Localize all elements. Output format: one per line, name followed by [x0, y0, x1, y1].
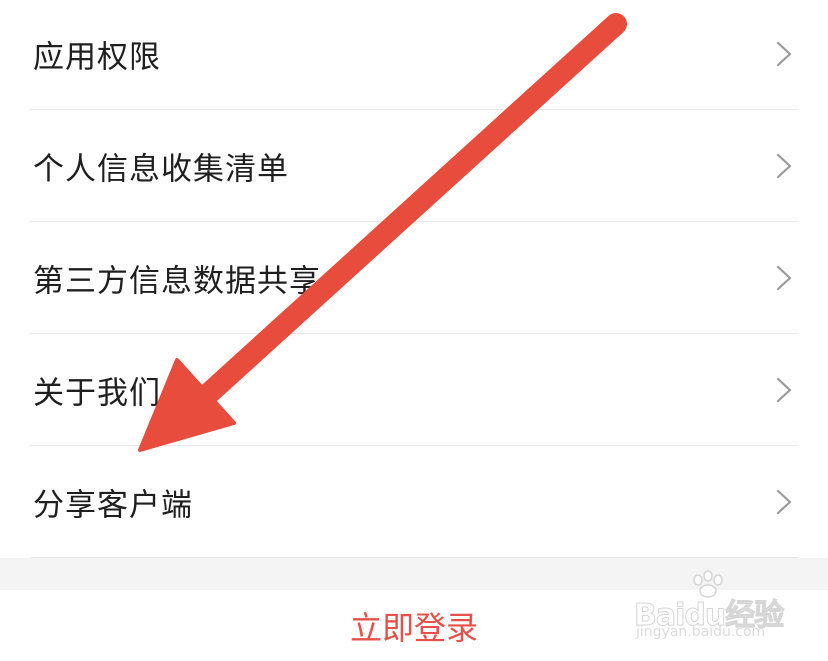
chevron-right-icon [776, 41, 792, 67]
menu-item-app-permissions[interactable]: 应用权限 [0, 0, 828, 110]
chevron-right-icon [776, 377, 792, 403]
menu-item-label: 第三方信息数据共享 [33, 263, 321, 300]
menu-item-label: 关于我们 [33, 375, 161, 412]
menu-item-share-client[interactable]: 分享客户端 [0, 446, 828, 558]
login-section: 立即登录 [0, 590, 828, 661]
settings-menu-list: 应用权限 个人信息收集清单 第三方信息数据共享 关于我们 分享客户端 [0, 0, 828, 558]
menu-item-label: 应用权限 [33, 39, 161, 76]
menu-item-personal-info-list[interactable]: 个人信息收集清单 [0, 110, 828, 222]
chevron-right-icon [776, 265, 792, 291]
login-button[interactable]: 立即登录 [350, 603, 478, 649]
menu-item-label: 个人信息收集清单 [33, 151, 289, 188]
menu-item-label: 分享客户端 [33, 487, 193, 524]
chevron-right-icon [776, 489, 792, 515]
settings-screen: 应用权限 个人信息收集清单 第三方信息数据共享 关于我们 分享客户端 立即登录 … [0, 0, 828, 661]
section-gap [0, 558, 828, 590]
menu-item-about-us[interactable]: 关于我们 [0, 334, 828, 446]
chevron-right-icon [776, 153, 792, 179]
menu-item-third-party-sharing[interactable]: 第三方信息数据共享 [0, 222, 828, 334]
